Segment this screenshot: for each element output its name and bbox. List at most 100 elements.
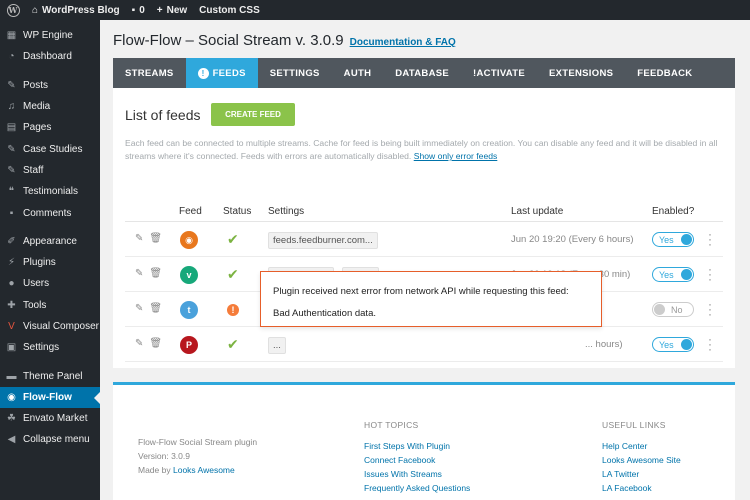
hot-topic-link[interactable]: Connect Facebook	[364, 453, 470, 467]
useful-links-title: USEFUL LINKS	[602, 420, 666, 430]
trash-icon[interactable]: 🗑	[149, 233, 162, 244]
sidebar-item-posts[interactable]: ✎ Posts	[0, 75, 100, 96]
tab-feeds[interactable]: ! FEEDS	[185, 58, 258, 88]
useful-link[interactable]: LA Twitter	[602, 467, 681, 481]
table-row: ✎ 🗑 ◉ ✔ feeds.feedburner.com... Jun 20 19…	[125, 223, 723, 257]
sidebar-item-settings[interactable]: ▣ Settings	[0, 337, 100, 358]
tab-label: FEEDS	[212, 67, 246, 79]
hot-topics-title: HOT TOPICS	[364, 420, 419, 430]
hot-topic-link[interactable]: First Steps With Plugin	[364, 439, 470, 453]
pinterest-icon: P	[180, 336, 198, 354]
status-ok-icon: ✔	[227, 266, 239, 282]
sidebar-item-plugins[interactable]: ⚡ Plugins	[0, 252, 100, 273]
author-link[interactable]: Looks Awesome	[173, 465, 235, 475]
sidebar-item-theme-panel[interactable]: ▬ Theme Panel	[0, 365, 100, 386]
trash-icon[interactable]: 🗑	[149, 268, 162, 279]
comments-menu[interactable]: ▪ 0	[126, 0, 151, 20]
plus-icon: +	[156, 4, 163, 16]
col-settings: Settings	[268, 206, 305, 217]
useful-link[interactable]: Help Center	[602, 439, 681, 453]
trash-icon[interactable]: 🗑	[149, 338, 162, 349]
sidebar-item-users[interactable]: ● Users	[0, 273, 100, 294]
enabled-toggle[interactable]: No	[652, 302, 694, 317]
visual-composer-icon: V	[8, 321, 15, 332]
create-feed-button[interactable]: CREATE FEED	[211, 103, 295, 126]
col-feed: Feed	[179, 206, 202, 217]
useful-link[interactable]: LA Facebook	[602, 481, 681, 495]
feeds-panel: List of feeds CREATE FEED Each feed can …	[113, 88, 735, 368]
sidebar-item-dashboard[interactable]: ◔ Dashboard	[0, 46, 100, 67]
toggle-knob	[681, 269, 692, 280]
testimonial-icon: ❝	[8, 186, 15, 198]
last-update: ... hours)	[585, 339, 623, 350]
useful-link[interactable]: Looks Awesome Site	[602, 453, 681, 467]
show-error-feeds-link[interactable]: Show only error feeds	[414, 151, 498, 161]
tab-activate[interactable]: !ACTIVATE	[461, 58, 537, 88]
documentation-link[interactable]: Documentation & FAQ	[350, 37, 456, 48]
sidebar-item-label: Settings	[23, 342, 60, 354]
enabled-toggle[interactable]: Yes	[652, 232, 694, 247]
list-title: List of feeds	[125, 107, 201, 123]
pin-icon: ✎	[7, 79, 16, 91]
more-options-icon[interactable]: · · ·	[707, 298, 713, 320]
pin-icon: ✎	[7, 164, 16, 176]
plugin-info: Flow-Flow Social Stream plugin Version: …	[138, 435, 257, 477]
toggle-knob	[681, 234, 692, 245]
tab-settings[interactable]: SETTINGS	[258, 58, 332, 88]
page-title: Flow-Flow – Social Stream v. 3.0.9 Docum…	[113, 32, 456, 49]
edit-icon[interactable]: ✎	[135, 338, 143, 349]
edit-icon[interactable]: ✎	[135, 233, 143, 244]
custom-css-menu[interactable]: Custom CSS	[193, 0, 266, 20]
edit-icon[interactable]: ✎	[135, 268, 143, 279]
sidebar-item-label: WP Engine	[23, 30, 73, 42]
tab-auth[interactable]: AUTH	[332, 58, 384, 88]
new-content-menu[interactable]: + New	[151, 0, 193, 20]
col-last-update: Last update	[511, 206, 564, 217]
sidebar-item-label: Theme Panel	[23, 370, 83, 382]
hot-topic-link[interactable]: Frequently Asked Questions	[364, 481, 470, 495]
sidebar-item-appearance[interactable]: ✐ Appearance	[0, 231, 100, 252]
sidebar-item-envato-market[interactable]: ☘ Envato Market	[0, 408, 100, 429]
site-name-menu[interactable]: ⌂ WordPress Blog	[26, 0, 126, 20]
tab-extensions[interactable]: EXTENSIONS	[537, 58, 625, 88]
sidebar-collapse-menu[interactable]: ◀ Collapse menu	[0, 429, 100, 450]
wordpress-logo-menu[interactable]: W	[0, 0, 26, 20]
sidebar-item-pages[interactable]: ▤ Pages	[0, 117, 100, 138]
sidebar-item-testimonials[interactable]: ❝ Testimonials	[0, 181, 100, 202]
sidebar-item-staff[interactable]: ✎ Staff	[0, 160, 100, 181]
tab-feedback[interactable]: FEEDBACK	[625, 58, 704, 88]
more-options-icon[interactable]: · · ·	[707, 228, 713, 250]
tab-database[interactable]: DATABASE	[383, 58, 461, 88]
edit-icon[interactable]: ✎	[135, 303, 143, 314]
more-options-icon[interactable]: · · ·	[707, 333, 713, 355]
enabled-toggle[interactable]: Yes	[652, 337, 694, 352]
sidebar-item-visual-composer[interactable]: V Visual Composer	[0, 316, 100, 337]
col-enabled: Enabled?	[652, 206, 695, 217]
toggle-label: No	[671, 304, 683, 315]
theme-panel-icon: ▬	[6, 370, 17, 382]
sidebar-item-flow-flow[interactable]: ◉ Flow-Flow	[0, 386, 100, 409]
table-header: Feed Status Settings Last update Enabled…	[125, 200, 723, 222]
sidebar-item-wp-engine[interactable]: ▦ WP Engine	[0, 25, 100, 46]
hot-topic-link[interactable]: Issues With Streams	[364, 467, 470, 481]
sidebar-item-label: Media	[23, 101, 51, 113]
home-icon: ⌂	[32, 4, 39, 16]
sidebar-item-tools[interactable]: ✚ Tools	[0, 295, 100, 316]
sidebar-item-label: Case Studies	[23, 143, 83, 155]
sidebar-item-comments[interactable]: ▪ Comments	[0, 202, 100, 223]
status-error-icon[interactable]: !	[227, 304, 239, 316]
sidebar-item-case-studies[interactable]: ✎ Case Studies	[0, 138, 100, 159]
sidebar-item-label: Flow-Flow	[23, 391, 72, 403]
enabled-toggle[interactable]: Yes	[652, 267, 694, 282]
tab-streams[interactable]: STREAMS	[113, 58, 186, 88]
status-ok-icon: ✔	[227, 231, 239, 247]
sidebar-item-label: Dashboard	[23, 51, 72, 63]
info-icon: !	[197, 67, 209, 79]
col-status: Status	[223, 206, 252, 217]
admin-bar: W ⌂ WordPress Blog ▪ 0 + New Custom CSS	[0, 0, 750, 20]
more-options-icon[interactable]: · · ·	[707, 263, 713, 285]
trash-icon[interactable]: 🗑	[149, 303, 162, 314]
sidebar-item-label: Staff	[23, 164, 44, 176]
tooltip-message: Plugin received next error from network …	[273, 286, 569, 297]
sidebar-item-media[interactable]: ♫ Media	[0, 96, 100, 117]
